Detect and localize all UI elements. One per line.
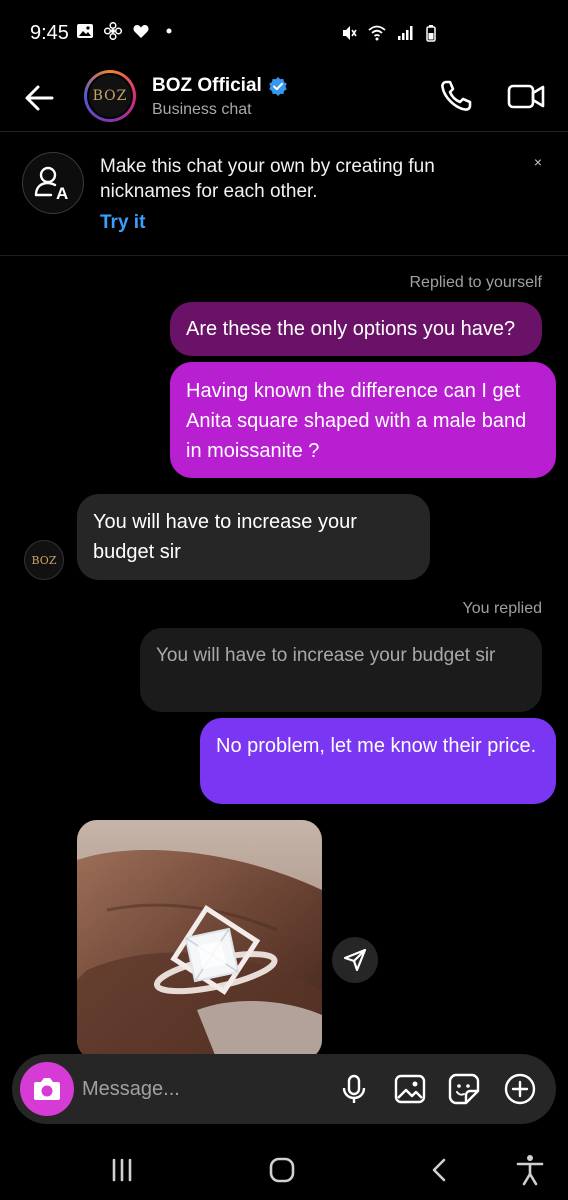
gallery-icon (77, 24, 93, 38)
dot-icon (166, 28, 172, 34)
system-nav-bar (0, 1136, 568, 1200)
camera-button[interactable] (20, 1062, 74, 1116)
home-icon[interactable] (264, 1152, 300, 1188)
ring-image (77, 820, 322, 1060)
status-right-icons (340, 24, 442, 42)
chat-header: BOZ BOZ Official Business chat (0, 64, 568, 132)
contact-subtitle: Business chat (152, 101, 252, 118)
camera-icon (34, 1078, 60, 1100)
person-nickname-icon: A (34, 166, 68, 203)
video-call-icon[interactable] (506, 78, 546, 114)
message-input[interactable] (82, 1072, 332, 1106)
message-composer (12, 1054, 556, 1124)
back-nav-icon[interactable] (422, 1152, 458, 1188)
try-it-link[interactable]: Try it (100, 212, 145, 234)
reply-context-label: Replied to yourself (409, 274, 542, 291)
heart-icon (133, 25, 149, 38)
nickname-icon-wrap: A (22, 152, 84, 214)
contact-name-row[interactable]: BOZ Official (152, 75, 288, 97)
sticker-icon[interactable] (446, 1071, 482, 1107)
avatar-logo-text: BOZ (87, 73, 133, 119)
outgoing-message-bubble[interactable]: Having known the difference can I get An… (170, 362, 556, 478)
outgoing-message-bubble[interactable]: No problem, let me know their price. (200, 718, 556, 804)
sender-avatar[interactable]: BOZ (24, 540, 64, 580)
send-share-icon (343, 948, 367, 972)
nickname-banner: A Make this chat your own by creating fu… (0, 140, 568, 256)
verified-badge-icon (269, 77, 287, 96)
reply-context-label: You replied (462, 600, 542, 617)
signal-icon (398, 26, 413, 40)
share-button[interactable] (332, 937, 378, 983)
wifi-icon (368, 25, 386, 41)
quoted-reply-bubble[interactable]: You will have to increase your budget si… (140, 628, 542, 712)
close-icon[interactable]: × (528, 152, 548, 172)
contact-name: BOZ Official (152, 75, 262, 96)
phone-call-icon[interactable] (438, 78, 474, 114)
recent-apps-icon[interactable] (104, 1152, 140, 1188)
mute-icon (343, 26, 357, 40)
quoted-message-bubble[interactable]: Are these the only options you have? (170, 302, 542, 356)
status-bar: 9:45 (0, 0, 568, 64)
banner-text: Make this chat your own by creating fun … (100, 156, 435, 202)
gallery-icon[interactable] (392, 1071, 428, 1107)
fan-icon (104, 22, 122, 40)
contact-avatar[interactable]: BOZ (84, 70, 136, 122)
incoming-message-bubble[interactable]: You will have to increase your budget si… (77, 494, 430, 580)
battery-icon (426, 25, 436, 42)
back-arrow-icon[interactable] (20, 78, 60, 118)
status-time: 9:45 (30, 22, 69, 44)
ring-photo[interactable] (77, 820, 322, 1060)
add-icon[interactable] (502, 1071, 538, 1107)
svg-text:A: A (56, 184, 68, 203)
accessibility-icon[interactable] (512, 1152, 548, 1188)
status-left-icons (76, 22, 178, 40)
microphone-icon[interactable] (336, 1071, 372, 1107)
